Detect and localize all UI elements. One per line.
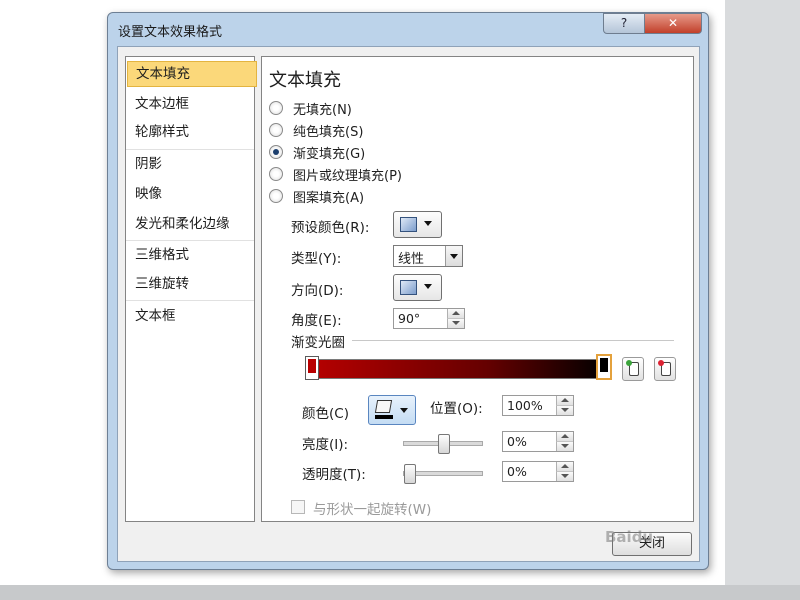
type-select-value: 线性 <box>398 252 425 267</box>
chevron-down-icon <box>424 284 432 289</box>
spin-up-icon[interactable] <box>556 462 573 472</box>
panel-title: 文本填充 <box>269 70 341 91</box>
brightness-slider[interactable] <box>403 434 483 454</box>
dialog-body: 文本填充 文本边框 轮廓样式 阴影 映像 发光和柔化边缘 三维格式 三维旋转 文… <box>117 46 700 562</box>
remove-stop-icon <box>658 360 671 376</box>
transparency-value[interactable]: 0% <box>507 464 527 479</box>
add-stop-icon <box>626 360 639 376</box>
radio-picture-texture-fill[interactable]: 图片或纹理填充(P) <box>269 164 402 184</box>
spin-down-icon[interactable] <box>447 319 464 328</box>
radio-pattern-fill-label: 图案填充(A) <box>293 190 365 206</box>
add-gradient-stop-button[interactable] <box>622 357 644 381</box>
spin-up-icon[interactable] <box>556 432 573 442</box>
type-select[interactable]: 线性 <box>393 245 463 267</box>
radio-gradient-fill-indicator[interactable] <box>269 145 283 159</box>
radio-solid-fill-indicator[interactable] <box>269 123 283 137</box>
color-label: 颜色(C) <box>302 406 349 422</box>
remove-gradient-stop-button[interactable] <box>654 357 676 381</box>
gradient-stop-start[interactable] <box>305 356 319 380</box>
dialog-title: 设置文本效果格式 <box>118 25 223 40</box>
text-fill-panel: 文本填充 无填充(N) 纯色填充(S) 渐变填充(G) 图片或纹理填充(P) 图… <box>261 56 694 522</box>
spin-up-icon[interactable] <box>447 309 464 319</box>
radio-solid-fill[interactable]: 纯色填充(S) <box>269 120 363 140</box>
sidebar-item-reflection[interactable]: 映像 <box>127 181 255 207</box>
rotate-with-shape-label: 与形状一起旋转(W) <box>313 502 432 518</box>
sidebar-item-3d-rotation[interactable]: 三维旋转 <box>127 271 255 297</box>
radio-pattern-fill-indicator[interactable] <box>269 189 283 203</box>
watermark-logo: Baidu <box>605 528 654 546</box>
angle-label: 角度(E): <box>291 313 342 329</box>
direction-swatch-icon <box>400 280 417 295</box>
preset-colors-button[interactable] <box>393 211 442 238</box>
transparency-slider-thumb[interactable] <box>404 464 416 484</box>
sidebar-item-shadow[interactable]: 阴影 <box>127 151 255 177</box>
spin-up-icon[interactable] <box>556 396 573 406</box>
type-label: 类型(Y): <box>291 251 342 267</box>
radio-picture-texture-fill-indicator[interactable] <box>269 167 283 181</box>
current-color-bar <box>375 415 393 419</box>
direction-button[interactable] <box>393 274 442 301</box>
transparency-spinner[interactable]: 0% <box>502 461 574 482</box>
paint-bucket-icon <box>374 400 393 413</box>
sidebar-separator <box>126 300 254 301</box>
spin-down-icon[interactable] <box>556 442 573 451</box>
brightness-label: 亮度(I): <box>302 437 349 453</box>
position-spinner[interactable]: 100% <box>502 395 574 416</box>
desktop-background-right <box>725 0 800 600</box>
direction-label: 方向(D): <box>291 283 344 299</box>
position-label: 位置(O): <box>430 401 483 417</box>
format-text-effects-dialog: 设置文本效果格式 ? ✕ 文本填充 文本边框 轮廓样式 阴影 映像 发光和柔化边… <box>107 12 709 570</box>
sidebar-item-text-box[interactable]: 文本框 <box>127 303 255 329</box>
chevron-down-icon <box>424 221 432 226</box>
radio-no-fill-indicator[interactable] <box>269 101 283 115</box>
sidebar-item-text-outline[interactable]: 文本边框 <box>127 91 255 117</box>
sidebar-item-text-fill[interactable]: 文本填充 <box>127 61 257 87</box>
category-sidebar: 文本填充 文本边框 轮廓样式 阴影 映像 发光和柔化边缘 三维格式 三维旋转 文… <box>125 56 257 522</box>
preset-swatch-icon <box>400 217 417 232</box>
brightness-value[interactable]: 0% <box>507 434 527 449</box>
transparency-label: 透明度(T): <box>302 467 366 483</box>
spin-down-icon[interactable] <box>556 406 573 415</box>
stop-color-button[interactable] <box>368 395 416 425</box>
radio-gradient-fill[interactable]: 渐变填充(G) <box>269 142 365 162</box>
gradient-stop-color <box>600 358 608 372</box>
angle-value[interactable]: 90° <box>398 311 420 326</box>
brightness-spinner[interactable]: 0% <box>502 431 574 452</box>
radio-no-fill-label: 无填充(N) <box>293 102 352 118</box>
spin-down-icon[interactable] <box>556 472 573 481</box>
sidebar-item-glow-soft-edges[interactable]: 发光和柔化边缘 <box>127 211 255 237</box>
gradient-stop-end[interactable] <box>596 354 612 380</box>
sidebar-separator <box>126 240 254 241</box>
sidebar-separator <box>126 149 254 150</box>
gradient-stops-label: 渐变光圈 <box>291 335 345 351</box>
chevron-down-icon <box>400 408 408 413</box>
position-value[interactable]: 100% <box>507 398 543 413</box>
preset-colors-label: 预设颜色(R): <box>291 220 370 236</box>
brightness-slider-thumb[interactable] <box>438 434 450 454</box>
gradient-stop-color <box>308 359 316 373</box>
help-button[interactable]: ? <box>603 13 645 34</box>
radio-solid-fill-label: 纯色填充(S) <box>293 124 364 140</box>
radio-no-fill[interactable]: 无填充(N) <box>269 98 352 118</box>
gradient-preview-bar[interactable] <box>306 359 608 379</box>
desktop-background-bottom <box>0 585 800 600</box>
radio-gradient-fill-label: 渐变填充(G) <box>293 146 366 162</box>
angle-spinner[interactable]: 90° <box>393 308 465 329</box>
chevron-down-icon[interactable] <box>445 246 462 266</box>
sidebar-item-outline-style[interactable]: 轮廓样式 <box>127 119 255 145</box>
window-close-button[interactable]: ✕ <box>644 13 702 34</box>
rotate-with-shape-checkbox[interactable] <box>291 500 305 514</box>
section-divider <box>352 340 674 341</box>
radio-picture-texture-fill-label: 图片或纹理填充(P) <box>293 168 402 184</box>
transparency-slider[interactable] <box>403 464 483 484</box>
radio-pattern-fill[interactable]: 图案填充(A) <box>269 186 364 206</box>
sidebar-item-3d-format[interactable]: 三维格式 <box>127 242 255 268</box>
